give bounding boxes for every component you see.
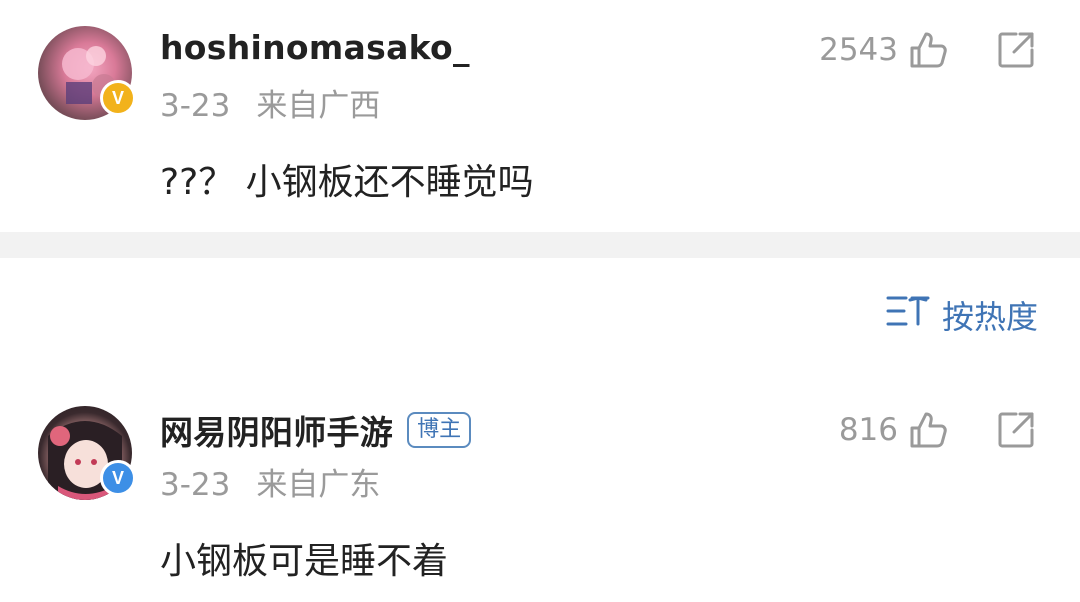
sort-icon	[886, 294, 930, 336]
comment-text: ??？ 小钢板还不睡觉吗	[160, 162, 534, 203]
comment-item: V hoshinomasako_ 3-23 来自广西 ??？ 小钢板还不睡觉吗 2…	[0, 0, 1080, 232]
share-icon[interactable]	[996, 410, 1036, 450]
thumbs-up-icon[interactable]	[908, 30, 948, 70]
share-icon[interactable]	[996, 30, 1036, 70]
verified-badge-icon: V	[100, 80, 136, 116]
avatar[interactable]: V	[38, 26, 136, 120]
like-count: 816	[838, 412, 898, 448]
name-row: 网易阴阳师手游 博主	[160, 406, 472, 454]
comment-meta: 3-23 来自广东	[160, 459, 380, 504]
sort-by-hot-button[interactable]: 按热度	[886, 292, 1038, 338]
comment-meta: 3-23 来自广西	[160, 80, 380, 125]
comment-date: 3-23	[160, 467, 231, 503]
like-count: 2543	[819, 32, 898, 68]
comment-actions: 2543	[819, 30, 1036, 70]
sort-label: 按热度	[941, 298, 1038, 336]
username[interactable]: 网易阴阳师手游	[160, 406, 393, 454]
username[interactable]: hoshinomasako_	[160, 28, 470, 67]
section-divider	[0, 232, 1080, 258]
comment-text: 小钢板可是睡不着	[160, 541, 449, 582]
comment-location: 来自广东	[256, 467, 381, 503]
comment-location: 来自广西	[256, 88, 381, 124]
comment-actions: 816	[839, 410, 1036, 450]
verified-badge-icon: V	[100, 460, 136, 496]
comment-date: 3-23	[160, 88, 231, 124]
name-row: hoshinomasako_	[160, 28, 470, 67]
blogger-tag: 博主	[407, 412, 472, 448]
thumbs-up-icon[interactable]	[908, 410, 948, 450]
avatar[interactable]: V	[38, 406, 136, 500]
